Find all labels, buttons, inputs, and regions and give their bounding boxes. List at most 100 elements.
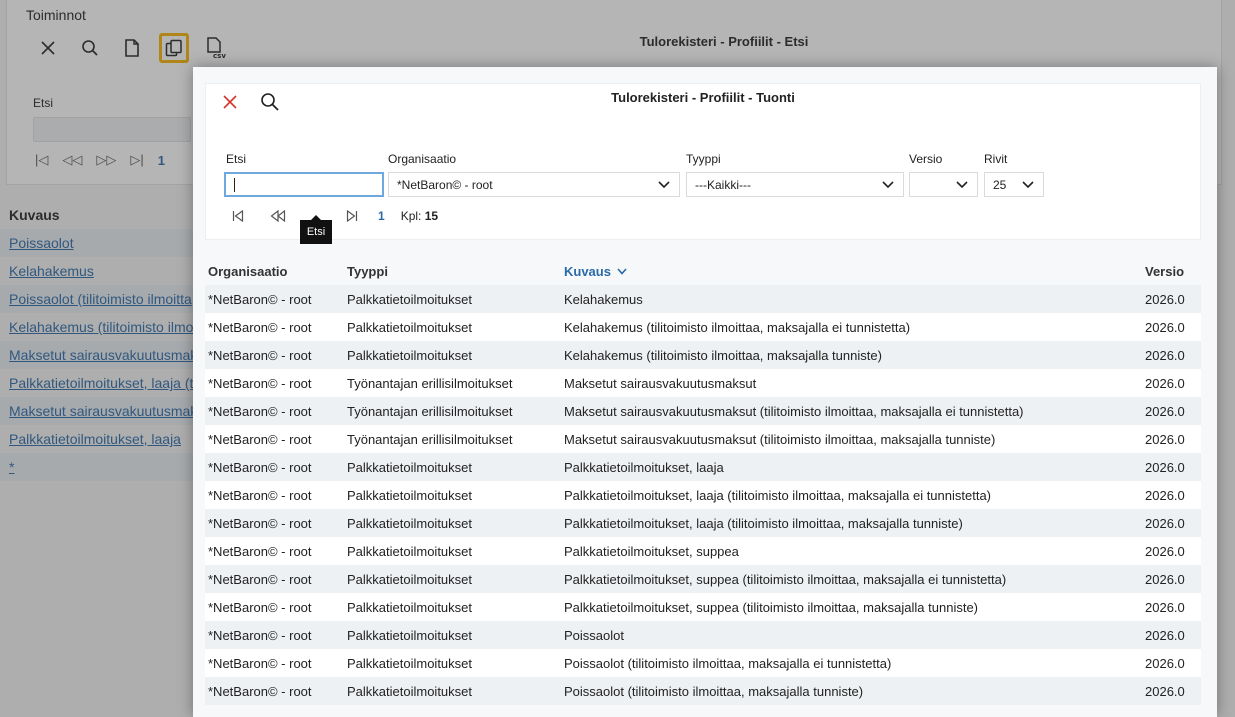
cell-description: Maksetut sairausvakuutusmaksut (tilitoim… bbox=[564, 403, 1024, 419]
cell-type: Palkkatietoilmoitukset bbox=[347, 571, 472, 587]
chevron-down-icon bbox=[881, 178, 895, 192]
rows-select[interactable]: 25 bbox=[984, 172, 1044, 197]
table-row[interactable]: *NetBaron© - root Palkkatietoilmoitukset K… bbox=[205, 285, 1201, 313]
cell-organisation: *NetBaron© - root bbox=[208, 431, 312, 447]
table-row[interactable]: *NetBaron© - root Työnantajan erillisilmo… bbox=[205, 397, 1201, 425]
version-select[interactable] bbox=[909, 172, 978, 197]
header-description-label: Kuvaus bbox=[564, 263, 611, 279]
organisation-select[interactable]: *NetBaron© - root bbox=[388, 172, 680, 197]
table-row[interactable]: *NetBaron© - root Työnantajan erillisilmo… bbox=[205, 425, 1201, 453]
cell-version: 2026.0 bbox=[1145, 627, 1185, 643]
cell-version: 2026.0 bbox=[1145, 403, 1185, 419]
table-row[interactable]: *NetBaron© - root Työnantajan erillisilmo… bbox=[205, 369, 1201, 397]
import-dialog: Tulorekisteri - Profiilit - Tuonti Etsi … bbox=[193, 67, 1217, 717]
table-row[interactable]: *NetBaron© - root Palkkatietoilmoitukset P… bbox=[205, 537, 1201, 565]
header-description[interactable]: Kuvaus bbox=[564, 264, 1145, 279]
cell-description: Palkkatietoilmoitukset, laaja (tilitoimi… bbox=[564, 515, 963, 531]
cell-version: 2026.0 bbox=[1145, 319, 1185, 335]
cell-description: Kelahakemus (tilitoimisto ilmoittaa, mak… bbox=[564, 319, 911, 335]
header-organisation[interactable]: Organisaatio bbox=[205, 264, 347, 279]
cell-type: Palkkatietoilmoitukset bbox=[347, 515, 472, 531]
cell-description: Maksetut sairausvakuutusmaksut bbox=[564, 375, 757, 391]
cell-type: Työnantajan erillisilmoitukset bbox=[347, 431, 513, 447]
cell-organisation: *NetBaron© - root bbox=[208, 571, 312, 587]
cell-description: Poissaolot (tilitoimisto ilmoittaa, maks… bbox=[564, 655, 892, 671]
cell-version: 2026.0 bbox=[1145, 459, 1185, 475]
cell-organisation: *NetBaron© - root bbox=[208, 319, 312, 335]
cell-type: Palkkatietoilmoitukset bbox=[347, 347, 472, 363]
search-tooltip: Etsi bbox=[300, 215, 332, 244]
profiles-table: Organisaatio Tyyppi Kuvaus Versio *NetBa… bbox=[205, 257, 1201, 705]
table-row[interactable]: *NetBaron© - root Palkkatietoilmoitukset P… bbox=[205, 677, 1201, 705]
text-caret bbox=[234, 177, 235, 192]
cell-type: Työnantajan erillisilmoitukset bbox=[347, 403, 513, 419]
cell-version: 2026.0 bbox=[1145, 571, 1185, 587]
record-count-label: Kpl: bbox=[400, 209, 422, 223]
cell-version: 2026.0 bbox=[1145, 655, 1185, 671]
cell-version: 2026.0 bbox=[1145, 291, 1185, 307]
record-count-value: 15 bbox=[424, 209, 439, 223]
cell-version: 2026.0 bbox=[1145, 375, 1185, 391]
dialog-title: Tulorekisteri - Profiilit - Tuonti bbox=[611, 90, 795, 105]
table-row[interactable]: *NetBaron© - root Palkkatietoilmoitukset P… bbox=[205, 565, 1201, 593]
header-version[interactable]: Versio bbox=[1145, 264, 1201, 279]
cell-description: Kelahakemus bbox=[564, 291, 643, 307]
chevron-down-icon bbox=[1021, 178, 1035, 192]
cell-type: Palkkatietoilmoitukset bbox=[347, 487, 472, 503]
table-row[interactable]: *NetBaron© - root Palkkatietoilmoitukset P… bbox=[205, 621, 1201, 649]
cell-organisation: *NetBaron© - root bbox=[208, 655, 312, 671]
cell-organisation: *NetBaron© - root bbox=[208, 487, 312, 503]
cell-type: Palkkatietoilmoitukset bbox=[347, 319, 472, 335]
cell-type: Työnantajan erillisilmoitukset bbox=[347, 375, 513, 391]
cell-description: Palkkatietoilmoitukset, laaja (tilitoimi… bbox=[564, 487, 992, 503]
last-page-icon[interactable] bbox=[346, 206, 374, 226]
chevron-down-icon bbox=[657, 178, 671, 192]
cell-organisation: *NetBaron© - root bbox=[208, 627, 312, 643]
table-row[interactable]: *NetBaron© - root Palkkatietoilmoitukset P… bbox=[205, 649, 1201, 677]
cell-organisation: *NetBaron© - root bbox=[208, 543, 312, 559]
cell-description: Palkkatietoilmoitukset, suppea (tilitoim… bbox=[564, 571, 1007, 587]
filter-panel: Tulorekisteri - Profiilit - Tuonti Etsi … bbox=[205, 83, 1201, 244]
cell-organisation: *NetBaron© - root bbox=[208, 599, 312, 615]
organisation-label: Organisaatio bbox=[388, 152, 457, 166]
pager: 1 Kpl: 15 bbox=[232, 206, 438, 226]
cell-organisation: *NetBaron© - root bbox=[208, 683, 312, 699]
page-number: 1 bbox=[378, 209, 385, 223]
cell-organisation: *NetBaron© - root bbox=[208, 375, 312, 391]
cell-type: Palkkatietoilmoitukset bbox=[347, 655, 472, 671]
cell-organisation: *NetBaron© - root bbox=[208, 459, 312, 475]
cell-organisation: *NetBaron© - root bbox=[208, 291, 312, 307]
cell-type: Palkkatietoilmoitukset bbox=[347, 291, 472, 307]
table-row[interactable]: *NetBaron© - root Palkkatietoilmoitukset K… bbox=[205, 313, 1201, 341]
cell-version: 2026.0 bbox=[1145, 543, 1185, 559]
cell-description: Palkkatietoilmoitukset, suppea bbox=[564, 543, 739, 559]
cell-version: 2026.0 bbox=[1145, 347, 1185, 363]
table-row[interactable]: *NetBaron© - root Palkkatietoilmoitukset P… bbox=[205, 481, 1201, 509]
search-input[interactable] bbox=[224, 172, 384, 197]
cell-description: Kelahakemus (tilitoimisto ilmoittaa, mak… bbox=[564, 347, 882, 363]
cell-version: 2026.0 bbox=[1145, 487, 1185, 503]
type-select[interactable]: ---Kaikki--- bbox=[686, 172, 904, 197]
table-row[interactable]: *NetBaron© - root Palkkatietoilmoitukset P… bbox=[205, 509, 1201, 537]
rows-value: 25 bbox=[993, 177, 1007, 192]
cell-description: Palkkatietoilmoitukset, suppea (tilitoim… bbox=[564, 599, 979, 615]
table-row[interactable]: *NetBaron© - root Palkkatietoilmoitukset P… bbox=[205, 453, 1201, 481]
sort-desc-icon bbox=[617, 267, 627, 275]
cell-organisation: *NetBaron© - root bbox=[208, 403, 312, 419]
cell-description: Poissaolot bbox=[564, 627, 624, 643]
first-page-icon[interactable] bbox=[232, 206, 270, 226]
table-row[interactable]: *NetBaron© - root Palkkatietoilmoitukset P… bbox=[205, 593, 1201, 621]
header-type[interactable]: Tyyppi bbox=[347, 264, 564, 279]
search-label: Etsi bbox=[226, 152, 247, 166]
record-count: Kpl: 15 bbox=[401, 209, 438, 223]
cell-description: Palkkatietoilmoitukset, laaja bbox=[564, 459, 724, 475]
type-label: Tyyppi bbox=[686, 152, 721, 166]
chevron-down-icon bbox=[955, 178, 969, 192]
cell-version: 2026.0 bbox=[1145, 599, 1185, 615]
type-value: ---Kaikki--- bbox=[695, 177, 751, 192]
version-label: Versio bbox=[909, 152, 943, 166]
cell-type: Palkkatietoilmoitukset bbox=[347, 683, 472, 699]
cell-type: Palkkatietoilmoitukset bbox=[347, 543, 472, 559]
cell-description: Maksetut sairausvakuutusmaksut (tilitoim… bbox=[564, 431, 996, 447]
table-row[interactable]: *NetBaron© - root Palkkatietoilmoitukset K… bbox=[205, 341, 1201, 369]
